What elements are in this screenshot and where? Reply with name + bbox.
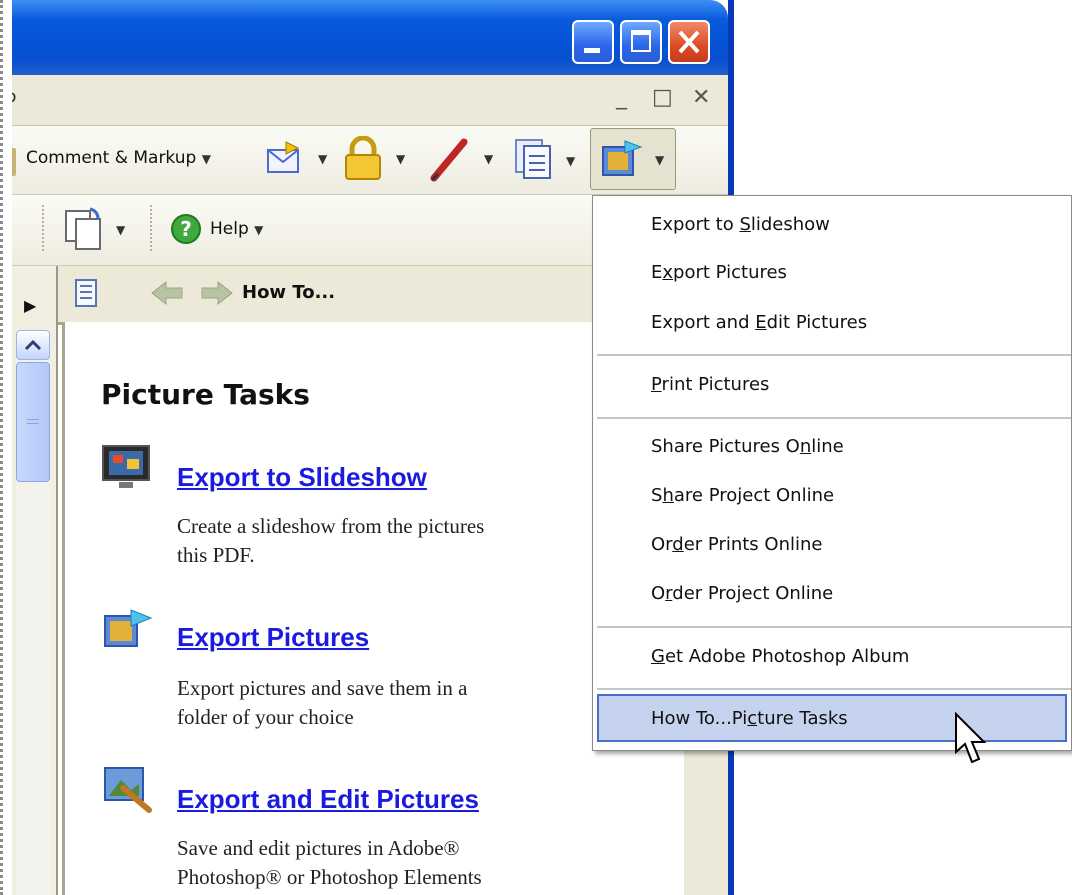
menu-separator: [597, 417, 1071, 419]
slideshow-monitor-icon: [102, 445, 150, 488]
pen-icon: [430, 138, 468, 182]
comment-markup-label: Comment & Markup: [26, 148, 197, 168]
tasks-toolbar: Comment & Markup ▼ ▼ ▼ ▼ ▼ ▼: [12, 126, 728, 195]
menu-separator: [597, 354, 1071, 356]
menu-item-label: Export Pictures: [651, 262, 787, 283]
menu-separator: [597, 626, 1071, 628]
task-description: Save and edit pictures in Adobe® Photosh…: [177, 834, 617, 892]
menu-item-export-to-slideshow[interactable]: Export to Slideshow: [593, 202, 1071, 250]
minimize-button[interactable]: [572, 20, 614, 64]
menu-item-how-to-picture-tasks[interactable]: How To...Picture Tasks: [597, 694, 1067, 742]
menu-item-label: Export to Slideshow: [651, 214, 830, 235]
sign-button[interactable]: ▼: [424, 134, 504, 184]
scroll-up-button[interactable]: [16, 330, 50, 360]
menu-item-label: Get Adobe Photoshop Album: [651, 646, 910, 667]
menu-item-label: Print Pictures: [651, 374, 770, 395]
forms-button[interactable]: ▼: [512, 136, 584, 182]
back-arrow-icon[interactable]: [150, 280, 186, 306]
task-description: Create a slideshow from the pictures thi…: [177, 512, 617, 570]
menu-item-label: Order Project Online: [651, 583, 834, 604]
comment-markup-button[interactable]: Comment & Markup ▼: [26, 148, 211, 168]
task-description-line: Create a slideshow from the pictures: [177, 514, 485, 538]
picture-tasks-icon: [602, 140, 643, 176]
picture-tasks-button[interactable]: ▼: [590, 128, 676, 190]
menu-item-order-prints-online[interactable]: Order Prints Online: [593, 522, 1071, 570]
chevron-down-icon: ▼: [254, 223, 264, 237]
mouse-cursor-icon: [955, 712, 987, 764]
help-label: Help: [210, 219, 249, 239]
expand-arrow-icon[interactable]: ▶: [24, 296, 36, 315]
document-minimize-button[interactable]: _: [616, 85, 627, 110]
maximize-button[interactable]: [620, 20, 662, 64]
title-bar: [12, 0, 728, 75]
chevron-down-icon: ▼: [566, 154, 576, 168]
chevron-down-icon: ▼: [484, 152, 494, 166]
chevron-up-icon: [24, 339, 42, 351]
menu-item-label: Share Pictures Online: [651, 436, 844, 457]
chevron-down-icon: ▼: [396, 152, 406, 166]
chevron-down-icon: ▼: [318, 152, 328, 166]
chevron-down-icon: ▼: [201, 152, 211, 166]
task-description-line: folder of your choice: [177, 705, 354, 729]
navigation-scrollbar[interactable]: [16, 330, 50, 895]
send-by-email-button[interactable]: ▼: [264, 140, 334, 180]
toolbar-grip: [150, 205, 156, 251]
menu-item-fragment[interactable]: o: [12, 87, 16, 107]
export-to-slideshow-link[interactable]: Export to Slideshow: [177, 462, 427, 493]
chevron-down-icon: ▼: [655, 153, 665, 167]
task-description-line: Photoshop® or Photoshop Elements: [177, 865, 482, 889]
picture-tasks-menu: Export to Slideshow Export Pictures Expo…: [592, 195, 1072, 751]
close-button[interactable]: [668, 20, 710, 64]
task-description-line: Save and edit pictures in Adobe®: [177, 836, 460, 860]
pages-icon: [65, 207, 101, 250]
scroll-thumb[interactable]: [16, 362, 50, 482]
export-and-edit-pictures-link[interactable]: Export and Edit Pictures: [177, 784, 479, 815]
menu-item-get-adobe-photoshop-album[interactable]: Get Adobe Photoshop Album: [593, 634, 1071, 682]
export-edit-pictures-icon: [104, 767, 152, 813]
menu-bar: o _ □ ✕: [12, 75, 728, 126]
menu-item-order-project-online[interactable]: Order Project Online: [593, 571, 1071, 619]
help-icon: ?: [171, 214, 201, 244]
menu-separator: [597, 688, 1071, 690]
menu-item-export-pictures[interactable]: Export Pictures: [593, 250, 1071, 298]
svg-text:?: ?: [180, 217, 192, 241]
page-title: Picture Tasks: [101, 378, 310, 411]
contents-icon[interactable]: [74, 278, 98, 308]
help-label-wrap[interactable]: Help ▼: [210, 219, 263, 239]
document-icon: [515, 139, 551, 179]
task-description-line: this PDF.: [177, 543, 255, 567]
toolbar-icon-fragment: [12, 148, 16, 176]
menu-item-label: Order Prints Online: [651, 534, 823, 555]
toolbar-grip: [42, 205, 48, 251]
export-pictures-link[interactable]: Export Pictures: [177, 622, 369, 653]
pages-button[interactable]: ▼: [60, 205, 140, 253]
forward-arrow-icon[interactable]: [198, 280, 234, 306]
task-description: Export pictures and save them in a folde…: [177, 674, 617, 732]
chevron-down-icon: ▼: [116, 223, 126, 237]
menu-item-label: How To...Picture Tasks: [651, 708, 848, 729]
menu-item-share-project-online[interactable]: Share Project Online: [593, 473, 1071, 521]
how-to-label: How To...: [242, 282, 336, 303]
close-icon: [678, 30, 700, 54]
export-pictures-icon: [104, 609, 153, 647]
task-description-line: Export pictures and save them in a: [177, 676, 468, 700]
menu-item-print-pictures[interactable]: Print Pictures: [593, 362, 1071, 410]
document-restore-button[interactable]: □: [652, 85, 673, 110]
menu-item-label: Share Project Online: [651, 485, 835, 506]
lock-icon: [345, 135, 381, 180]
secure-button[interactable]: ▼: [342, 135, 412, 182]
menu-item-share-pictures-online[interactable]: Share Pictures Online: [593, 424, 1071, 472]
menu-item-label: Export and Edit Pictures: [651, 312, 868, 333]
menu-item-export-and-edit-pictures[interactable]: Export and Edit Pictures: [593, 300, 1071, 348]
document-close-button[interactable]: ✕: [692, 85, 710, 110]
email-icon: [267, 141, 300, 173]
